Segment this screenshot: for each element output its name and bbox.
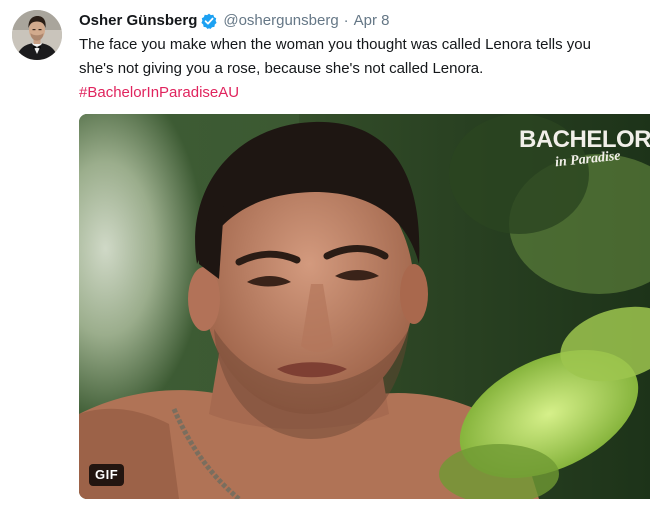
author-handle[interactable]: @oshergunsberg — [223, 11, 338, 31]
show-logo: BACHELOR in Paradise — [515, 126, 650, 186]
tweet-text-line: she's not giving you a rose, because she… — [79, 60, 484, 77]
author-name[interactable]: Osher Günsberg — [79, 11, 197, 31]
hashtag-link[interactable]: #BachelorInParadiseAU — [79, 84, 239, 101]
gif-badge: GIF — [89, 464, 125, 486]
logo-title: BACHELOR — [519, 126, 650, 153]
gif-media[interactable]: BACHELOR in Paradise GIF — [79, 114, 650, 499]
tweet-text: The face you make when the woman you tho… — [79, 33, 645, 105]
tweet[interactable]: Osher Günsberg @oshergunsberg · Apr 8 Th… — [0, 0, 650, 507]
tweet-header: Osher Günsberg @oshergunsberg · Apr 8 — [79, 11, 390, 31]
avatar[interactable] — [12, 10, 62, 60]
tweet-date[interactable]: Apr 8 — [354, 11, 390, 31]
tweet-text-line: The face you make when the woman you tho… — [79, 36, 591, 53]
separator-dot: · — [343, 12, 349, 29]
verified-badge-icon — [201, 13, 217, 29]
